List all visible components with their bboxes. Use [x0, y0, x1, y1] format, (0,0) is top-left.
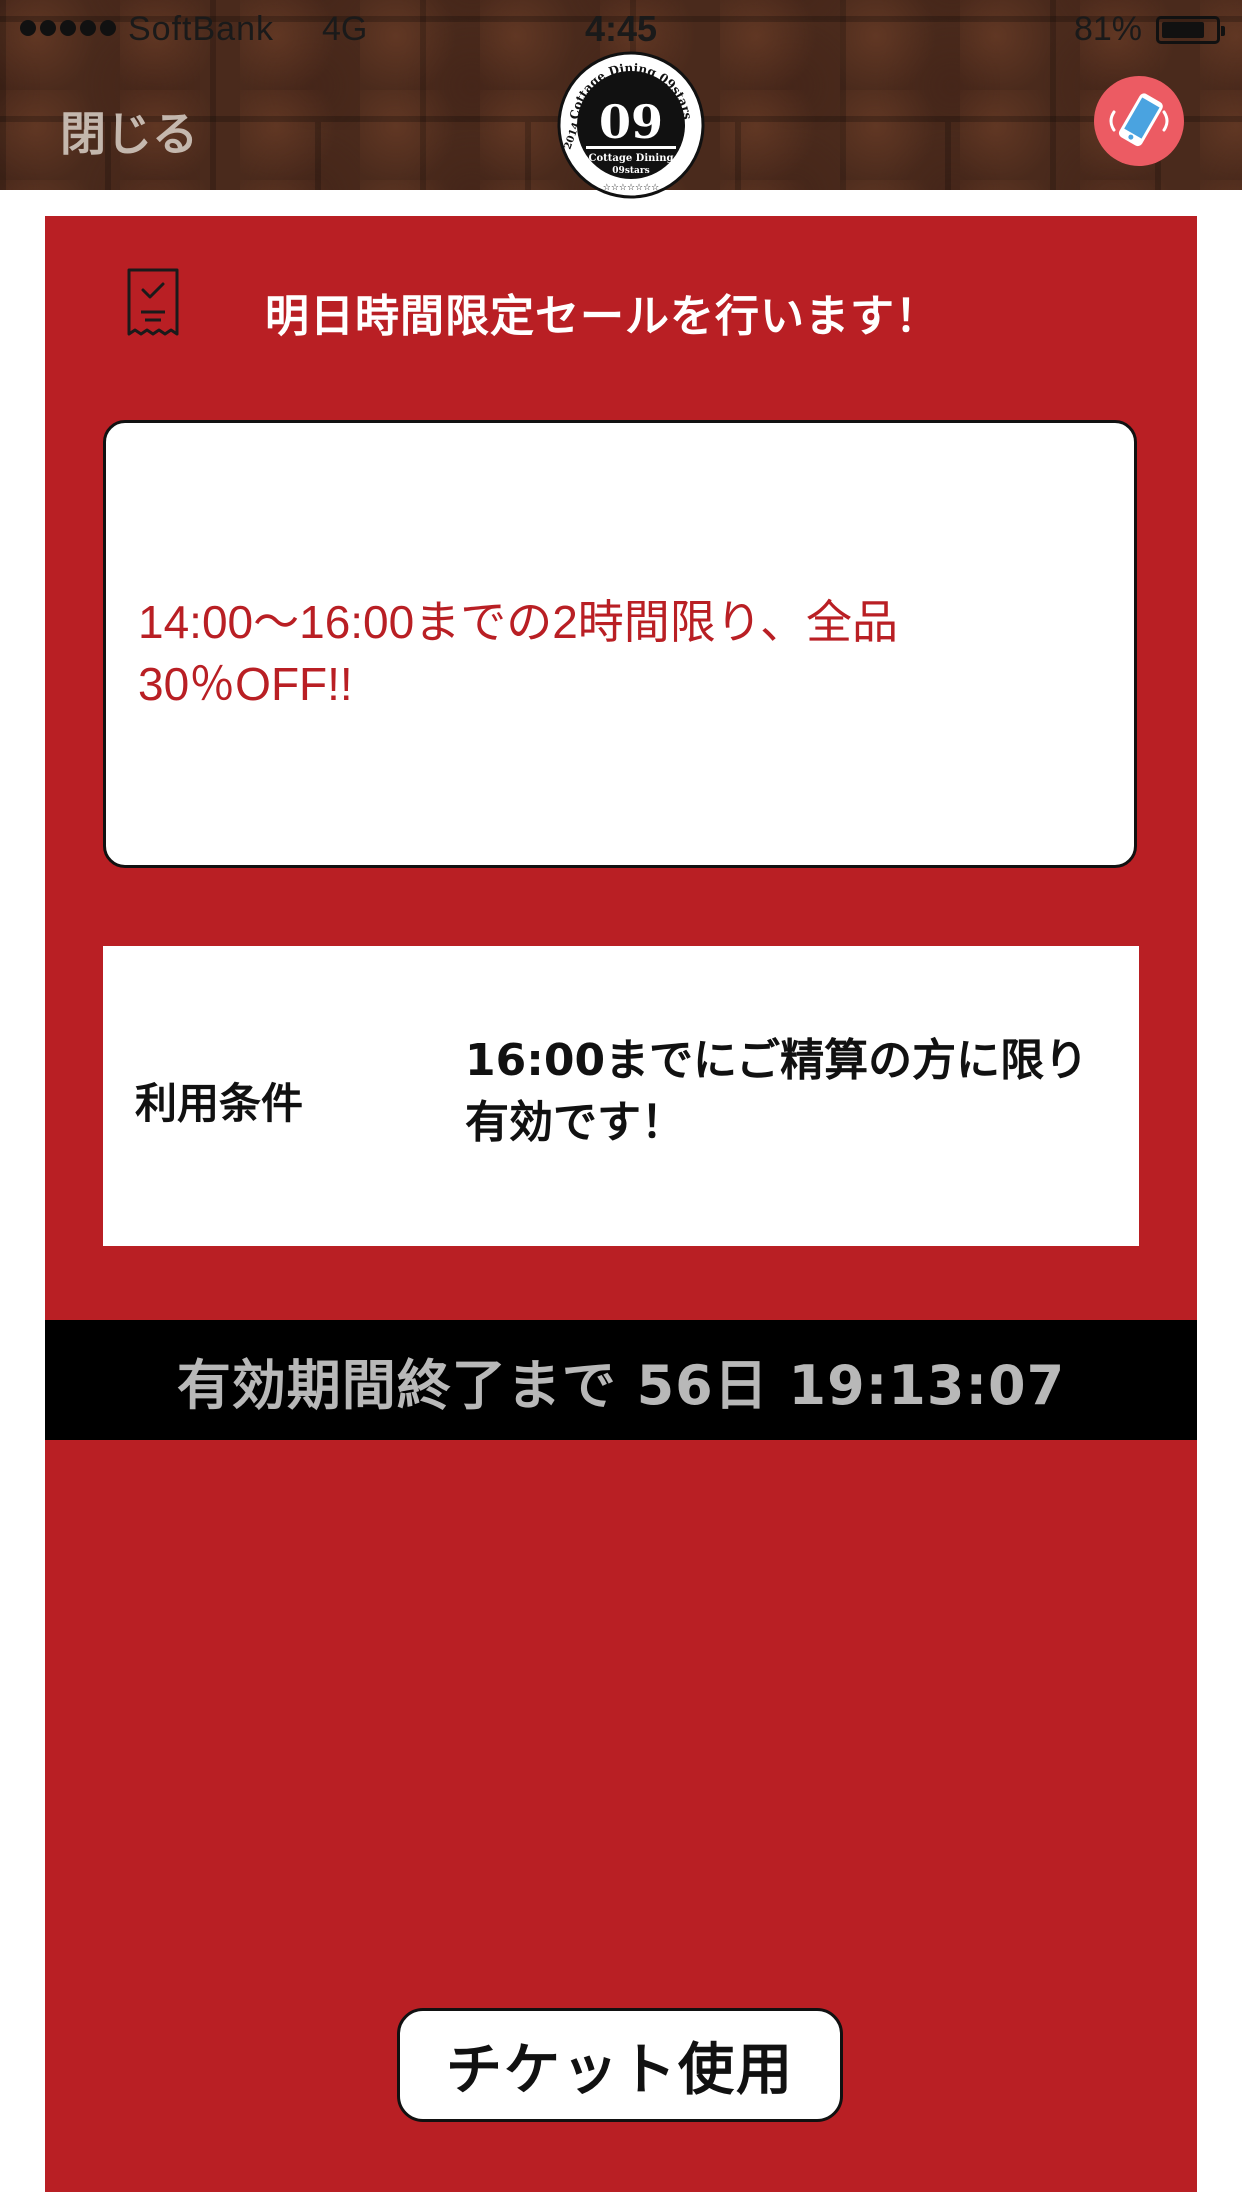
logo-number: 09	[599, 95, 663, 149]
ticket-title: 明日時間限定セールを行います！	[265, 291, 940, 342]
phone-vibrate-icon	[1109, 93, 1169, 147]
header: SoftBank 4G 4:45 81% 閉じる Cottage Dining …	[0, 0, 1242, 199]
expiry-bar: 有効期間終了まで 56日 19:13:07	[45, 1320, 1197, 1440]
ticket-card: 明日時間限定セールを行います！ 14:00〜16:00までの2時間限り、全品30…	[45, 216, 1197, 2192]
expiry-countdown: 有効期間終了まで 56日 19:13:07	[176, 1353, 1066, 1417]
conditions-box: 利用条件 16:00までにご精算の方に限り有効です！	[103, 946, 1139, 1246]
restaurant-logo: Cottage Dining 09stars 09 Cottage Dining…	[557, 51, 705, 199]
receipt-check-icon	[127, 268, 179, 336]
battery-percent: 81%	[1073, 10, 1142, 48]
battery-fill	[1162, 22, 1205, 38]
logo-sub-text-2: 09stars	[612, 166, 649, 176]
ticket-description: 14:00〜16:00までの2時間限り、全品30％OFF!!	[138, 596, 898, 710]
svg-text:☆☆☆☆☆☆☆: ☆☆☆☆☆☆☆	[603, 183, 659, 193]
close-button[interactable]: 閉じる	[60, 98, 198, 164]
screen: SoftBank 4G 4:45 81% 閉じる Cottage Dining …	[0, 0, 1242, 2208]
use-ticket-label: チケット使用	[446, 2037, 794, 2103]
ticket-header: 明日時間限定セールを行います！	[45, 266, 1197, 376]
use-ticket-button[interactable]: チケット使用	[397, 2008, 843, 2122]
description-box: 14:00〜16:00までの2時間限り、全品30％OFF!!	[103, 420, 1137, 868]
conditions-label: 利用条件	[135, 1079, 304, 1128]
logo-sub-text: Cottage Dining	[589, 153, 674, 164]
battery-icon	[1156, 16, 1225, 44]
conditions-value: 16:00までにご精算の方に限り有効です！	[465, 1035, 1089, 1148]
status-time: 4:45	[584, 8, 658, 49]
phone-button[interactable]	[1094, 76, 1184, 166]
